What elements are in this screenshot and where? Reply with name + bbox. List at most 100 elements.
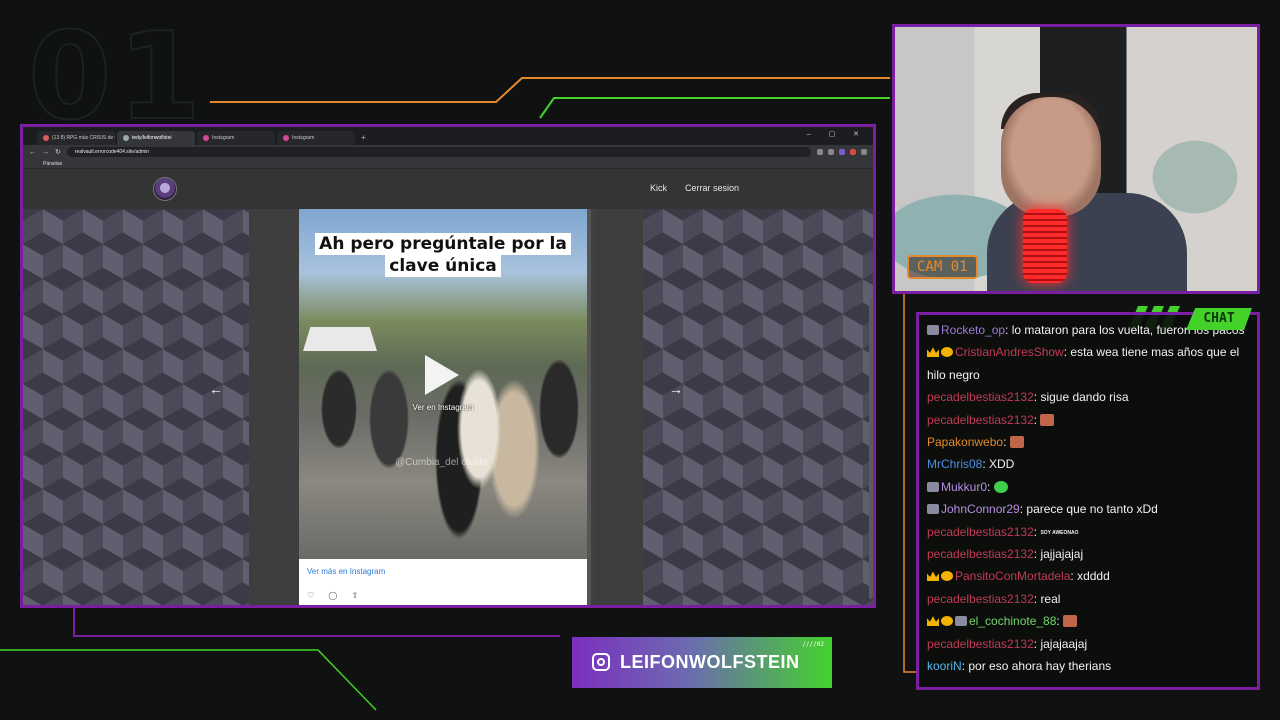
site-logo[interactable] [153,177,177,201]
cam-label: CAM 01 [907,255,978,279]
video-thumbnail[interactable]: Ah pero pregúntale por la clave única Ve… [299,209,587,559]
microphone-icon [1023,209,1067,283]
nav-link-kick[interactable]: Kick [650,183,667,193]
chat-username[interactable]: CristianAndresShow [955,345,1064,359]
reload-icon[interactable]: ↻ [55,148,61,156]
chat-username[interactable]: JohnConnor29 [941,502,1020,516]
webcam-frame: CAM 01 [892,24,1260,294]
menu-icon[interactable] [861,149,867,155]
tab-label: tedy/leifonwolfstei [132,135,172,141]
chat-separator: : [1033,412,1041,427]
browser-tab[interactable]: Instagram [277,131,355,145]
instagram-embed: Ah pero pregúntale por la clave única Ve… [299,209,591,605]
chat-text: parece que no tanto xDd [1026,502,1158,517]
chat-separator: : [1003,435,1010,450]
site-nav: Kick Cerrar sesion [650,183,739,193]
chat-username[interactable]: pecadelbestias2132 [927,637,1034,651]
extension-icon[interactable] [850,149,856,155]
page-scrollbar[interactable] [869,299,873,599]
prev-arrow-icon[interactable]: ← [209,381,223,397]
new-tab-button[interactable]: + [361,131,366,145]
chat-message: pecadelbestias2132: real [927,588,1255,610]
browser-tab-active[interactable]: tedy/leifonwolfstei [117,131,195,145]
gift-badge-icon [927,481,939,492]
chat-separator: : [987,479,994,494]
chat-message: MrChris08: XDD [927,453,1255,475]
chat-username[interactable]: pecadelbestias2132 [927,547,1034,561]
extension-icons [817,149,867,155]
crown-badge-icon [927,347,939,358]
back-icon[interactable]: ← [29,149,36,156]
chat-message: kooriN: por eso ahora hay therians [927,655,1255,677]
tab-label: Instagram [212,135,235,141]
chat-message: el_cochinote_88: [927,610,1255,632]
chat-message-list: Rocketo_op: lo mataron para los vuelta, … [927,319,1255,678]
tab-favicon-icon [43,135,49,141]
window-controls[interactable]: – ▢ ✕ [807,130,867,138]
chat-username[interactable]: Mukkur0 [941,480,987,494]
caption-text: Ah pero pregúntale por la clave única [315,233,571,277]
address-bar: ← → ↻ realvault.errorcode404.site/admin [23,145,873,159]
star-icon[interactable] [817,149,823,155]
post-action-icons[interactable]: ♡ ◯ ⇧ [307,591,364,600]
chat-username[interactable]: Rocketo_op [941,323,1005,337]
social-tag: ////02 [802,641,824,648]
emote-icon [1040,413,1055,426]
browser-tab[interactable]: Instagram [197,131,275,145]
chat-separator: : [1005,323,1012,337]
pattern-panel-right [643,209,873,605]
chat-text: jajjajajaj [1040,547,1084,562]
bookmark-item[interactable]: Pánsitas [43,161,62,167]
chat-username[interactable]: kooriN [927,659,962,673]
side-column [595,209,645,605]
view-on-instagram-label[interactable]: Ver en Instagram [299,403,587,412]
forward-icon[interactable]: → [42,149,49,156]
chat-message: CristianAndresShow: esta wea tiene mas a… [927,341,1255,386]
chat-text: sigue dando risa [1040,390,1129,405]
chat-text: por eso ahora hay therians [968,659,1112,674]
chat-username[interactable]: el_cochinote_88 [969,614,1056,628]
instagram-favicon-icon [283,135,289,141]
chat-message: pecadelbestias2132: jajjajajaj [927,543,1255,565]
chat-separator: : [1033,524,1041,539]
extension-icon[interactable] [828,149,834,155]
view-more-link[interactable]: Ver más en Instagram [307,567,385,576]
side-column [249,209,299,605]
chat-username[interactable]: Papakonwebo [927,435,1003,449]
chat-text: XDD [989,457,1015,472]
video-watermark: @Cumbia_del olvido [395,457,488,468]
social-handle: LEIFONWOLFSTEIN [620,652,800,672]
one-badge-icon [941,616,953,627]
one-badge-icon [941,347,953,358]
instagram-icon [592,653,610,671]
chat-message: Mukkur0: [927,476,1255,498]
bookmarks-bar: Pánsitas [23,159,873,169]
chat-username[interactable]: pecadelbestias2132 [927,592,1034,606]
extension-icon[interactable] [839,149,845,155]
chat-message: PansitoConMortadela: xdddd [927,565,1255,587]
social-banner: ////02 LEIFONWOLFSTEIN [572,637,832,688]
next-arrow-icon[interactable]: → [669,381,683,397]
chat-username[interactable]: MrChris08 [927,457,982,471]
site-header: Kick Cerrar sesion [23,169,873,209]
video-caption: Ah pero pregúntale por la clave única [307,233,579,277]
gift-badge-icon [927,325,939,335]
tab-strip: (13 8) RPG más CRISIS de OS tedy/leifonw… [23,127,873,145]
chat-title: CHAT [1186,308,1252,330]
streamer-head [1001,97,1101,217]
chat-username[interactable]: pecadelbestias2132 [927,390,1034,404]
emote-icon [1063,615,1078,628]
url-input[interactable]: realvault.errorcode404.site/admin [66,147,811,157]
chat-username[interactable]: PansitoConMortadela [955,569,1070,583]
chat-text: xdddd [1077,569,1110,584]
emote-text: SOY AWEONAO [1040,529,1079,536]
nav-link-logout[interactable]: Cerrar sesion [685,183,739,193]
chat-separator: : [982,457,990,472]
play-icon[interactable] [425,355,459,395]
chat-username[interactable]: pecadelbestias2132 [927,525,1034,539]
gift-badge-icon [927,504,939,515]
crown-badge-icon [927,616,939,627]
gift-badge-icon [955,616,967,627]
chat-username[interactable]: pecadelbestias2132 [927,413,1034,427]
browser-tab[interactable]: (13 8) RPG más CRISIS de OS [37,131,115,145]
